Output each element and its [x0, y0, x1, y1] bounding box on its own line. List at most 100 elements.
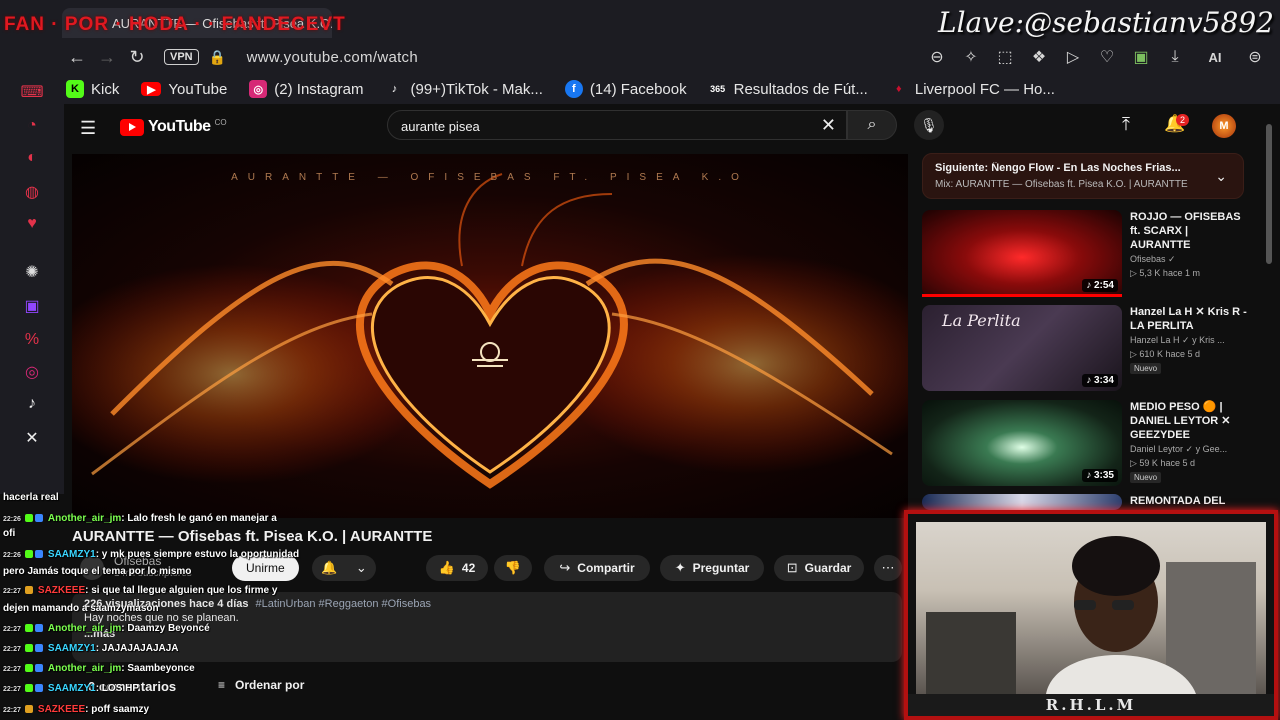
up-next-mix: Mix: AURANTTE — Ofisebas ft. Pisea K.O. … — [935, 179, 1188, 190]
video-title[interactable]: REMONTADA DEL — [1130, 494, 1248, 508]
ask-button[interactable]: ✦ Preguntar — [660, 555, 764, 581]
video-title[interactable]: ROJJO — OFISEBAS ft. SCARX | AURANTTE — [1130, 210, 1248, 252]
tiktok-sidebar-icon[interactable]: ♪ — [20, 392, 44, 416]
watch-progress-bar — [922, 294, 1122, 297]
bookmark-liverpool[interactable]: ♦ Liverpool FC — Ho... — [890, 80, 1055, 98]
tiktok-icon: ♪ — [391, 83, 398, 95]
clear-search-icon[interactable]: ✕ — [821, 115, 836, 136]
recommended-video[interactable]: ♪ 2:54 ROJJO — OFISEBAS ft. SCARX | AURA… — [922, 210, 1252, 302]
forward-icon[interactable]: → — [92, 42, 122, 72]
video-channel[interactable]: Daniel Leytor ✓ y Gee... — [1130, 444, 1248, 455]
messenger-icon[interactable]: ♥ — [20, 212, 44, 236]
bookmark-kick[interactable]: K Kick — [66, 80, 119, 98]
bookmark-icon: ⊡ — [786, 560, 798, 575]
sparkle-icon: ✦ — [674, 560, 686, 575]
create-icon[interactable]: ⤒ — [1122, 114, 1130, 135]
reload-icon[interactable]: ↻ — [122, 42, 152, 72]
bookmark-tiktok[interactable]: ♪ (99+)TikTok - Mak... — [386, 80, 543, 98]
bookmark-resultados[interactable]: 365 Resultados de Fút... — [709, 80, 868, 98]
x-icon[interactable]: ✕ — [20, 426, 44, 450]
webcam-feed — [916, 522, 1266, 694]
bookmarks-bar: K Kick ▶ YouTube ◎ (2) Instagram ♪ (99+)… — [0, 74, 1280, 104]
chat-message: 22:27 Another_air_jm: Daamzy Beyoncé — [3, 623, 210, 634]
youtube-header: ☰ YouTube CO aurante pisea ✕ ⌕ 🎙 ⤒ 🔔 2 M — [64, 104, 1264, 148]
recommended-video[interactable]: ♪ 3:35 MEDIO PESO 🟠 | DANIEL LEYTOR ✕ GE… — [922, 400, 1252, 492]
pocket-icon[interactable]: ❖ — [1028, 47, 1050, 67]
search-input[interactable]: aurante pisea ✕ — [387, 110, 847, 140]
send-icon[interactable]: ▷ — [1062, 47, 1084, 67]
kick-icon: K — [66, 80, 84, 98]
webcam-overlay: R.H.L.M — [904, 510, 1278, 720]
download-icon[interactable]: ⤓ — [1164, 48, 1186, 66]
hamburger-menu-icon[interactable]: ☰ — [80, 118, 96, 139]
chat-message: 22:27 Another_air_jm: Saambeyonce — [3, 663, 195, 674]
bookmark-facebook[interactable]: f (14) Facebook — [564, 80, 687, 98]
browser-toolbar-right: ⊖ ✧ ⬚ ❖ ▷ ♡ ▣ ⤓ AI ⊜ — [926, 40, 1266, 74]
youtube-play-icon — [120, 118, 144, 136]
twitch-panel-icon[interactable]: ◍ — [20, 180, 44, 204]
up-next-panel[interactable]: Siguiente: Ñengo Flow - En Las Noches Fr… — [922, 153, 1244, 199]
webcam-label: R.H.L.M — [908, 694, 1274, 716]
dislike-button[interactable]: 👎 — [494, 555, 532, 581]
thumbs-up-icon: 👍 — [438, 560, 455, 575]
stream-handle-overlay: Llave:@sebastianv5892 — [938, 6, 1274, 39]
percent-icon[interactable]: % — [20, 328, 44, 352]
instagram-sidebar-icon[interactable]: ◎ — [20, 360, 44, 384]
more-icon: ⋯ — [881, 560, 895, 575]
account-avatar[interactable]: M — [1212, 114, 1236, 138]
video-channel[interactable]: Hanzel La H ✓ y Kris ... — [1130, 335, 1248, 346]
search-icon: ⌕ — [867, 116, 877, 133]
stream-banner-overlay: FAN · POR · HODA · · FANDECEVT — [4, 14, 346, 35]
timer-icon[interactable]: ◔ — [20, 114, 44, 138]
facebook-icon: f — [564, 80, 583, 98]
share-icon: ↪ — [559, 560, 571, 575]
video-player[interactable]: AURANTTE — OFISEBAS FT. PISEA K.O — [72, 154, 908, 518]
video-channel[interactable]: Ofisebas ✓ — [1130, 254, 1248, 265]
search-button[interactable]: ⌕ — [847, 110, 897, 140]
voice-search-icon[interactable]: 🎙 — [914, 110, 944, 140]
streamer-silhouette — [926, 536, 1256, 694]
twitch-icon[interactable]: ▣ — [20, 294, 44, 318]
video-title[interactable]: Hanzel La H ✕ Kris R - LA PERLITA — [1130, 305, 1248, 333]
video-views: ▷ 59 K hace 5 d — [1130, 458, 1195, 468]
video-thumbnail[interactable] — [922, 494, 1122, 510]
menu-icon[interactable]: ⊜ — [1244, 47, 1266, 67]
video-thumbnail[interactable]: ♪ 2:54 — [922, 210, 1122, 296]
youtube-logo[interactable]: YouTube CO — [120, 118, 227, 136]
up-next-title: Siguiente: Ñengo Flow - En Las Noches Fr… — [935, 162, 1181, 174]
vpn-badge[interactable]: VPN — [164, 49, 199, 65]
page-scrollbar[interactable] — [1266, 124, 1272, 264]
video-title[interactable]: MEDIO PESO 🟠 | DANIEL LEYTOR ✕ GEEZYDEE — [1130, 400, 1248, 442]
chat-message: 22:26 SAAMZY1: y mk pues siempre estuvo l… — [3, 549, 300, 560]
liverpool-icon: ♦ — [896, 83, 902, 95]
heart-icon[interactable]: ♡ — [1096, 47, 1118, 67]
zoom-out-icon[interactable]: ⊖ — [926, 47, 948, 67]
back-icon[interactable]: ← — [62, 42, 92, 72]
instagram-icon: ◎ — [249, 80, 268, 98]
video-thumbnail[interactable]: ♪ 3:35 — [922, 400, 1122, 486]
browser-address-bar: ← → ↻ VPN 🔒 www.youtube.com/watch ⊖ ✧ ⬚ … — [0, 40, 1280, 74]
chatgpt-icon[interactable]: ✺ — [20, 260, 44, 284]
save-button[interactable]: ⊡ Guardar — [774, 555, 864, 581]
chat-message: 22:27 SAZKEEE: poff saamzy — [3, 704, 150, 715]
video-thumbnail[interactable]: La Perlita ♪ 3:34 — [922, 305, 1122, 391]
chevron-down-icon[interactable]: ⌄ — [1215, 168, 1227, 185]
more-actions-button[interactable]: ⋯ — [874, 555, 902, 581]
speed-dial-icon[interactable]: ◐ — [20, 146, 44, 170]
video-views: ▷ 610 K hace 5 d — [1130, 349, 1200, 359]
bookmark-instagram[interactable]: ◎ (2) Instagram — [249, 80, 364, 98]
ai-icon[interactable]: AI — [1198, 50, 1232, 65]
screen: AURANTTE — Ofisebas ft. Pisea K.O. FAN ·… — [0, 0, 1280, 720]
extension-icon[interactable]: ✧ — [960, 47, 982, 67]
video-duration: ♪ 2:54 — [1082, 279, 1118, 292]
like-button[interactable]: 👍 42 — [426, 555, 488, 581]
screenshot-icon[interactable]: ⬚ — [994, 47, 1016, 67]
lock-icon[interactable]: 🔒 — [203, 42, 233, 72]
new-badge: Nuevo — [1130, 363, 1162, 374]
bookmark-youtube[interactable]: ▶ YouTube — [141, 81, 227, 98]
url-field[interactable]: www.youtube.com/watch — [247, 49, 418, 66]
gamepad-icon[interactable]: ⌨ — [20, 80, 44, 104]
share-button[interactable]: ↪ Compartir — [544, 555, 650, 581]
recommended-video[interactable]: La Perlita ♪ 3:34 Hanzel La H ✕ Kris R -… — [922, 305, 1252, 397]
game-extension-icon[interactable]: ▣ — [1130, 47, 1152, 67]
